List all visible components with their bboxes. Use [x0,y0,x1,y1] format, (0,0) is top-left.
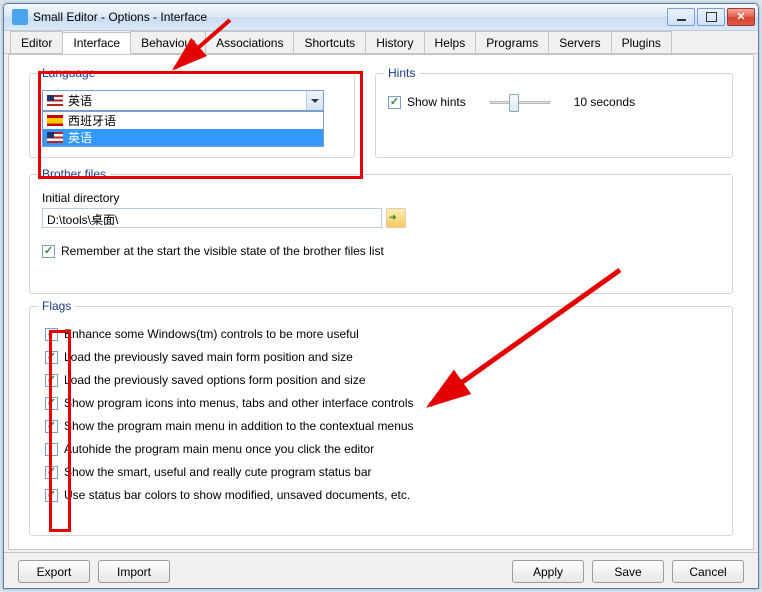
tab-helps[interactable]: Helps [424,31,477,53]
tab-content-interface: Language 英语 西班牙语英语 Hints Show hints [8,54,754,550]
tab-editor[interactable]: Editor [10,31,63,53]
remember-state-label: Remember at the start the visible state … [61,244,384,258]
flag-row: Show the smart, useful and really cute p… [42,461,720,484]
export-button[interactable]: Export [18,560,90,583]
flag-row: Show program icons into menus, tabs and … [42,392,720,415]
app-icon [12,9,28,25]
flag-us-icon [47,132,63,143]
flag-checkbox-1[interactable] [45,351,58,364]
tab-strip: EditorInterfaceBehaviourAssociationsShor… [4,31,758,54]
flag-row: Load the previously saved main form posi… [42,346,720,369]
language-option-us[interactable]: 英语 [43,129,323,146]
slider-thumb[interactable] [509,94,519,112]
tab-shortcuts[interactable]: Shortcuts [293,31,366,53]
flag-label: Show the program main menu in addition t… [64,419,414,433]
flag-checkbox-4[interactable] [45,420,58,433]
apply-button[interactable]: Apply [512,560,584,583]
flag-checkbox-7[interactable] [45,489,58,502]
language-dropdown[interactable]: 英语 西班牙语英语 [42,90,324,111]
button-bar: Export Import Apply Save Cancel [4,552,758,589]
language-option-es[interactable]: 西班牙语 [43,112,323,129]
window-title: Small Editor - Options - Interface [33,10,667,24]
language-group: Language 英语 西班牙语英语 [29,73,355,158]
titlebar[interactable]: Small Editor - Options - Interface [4,4,758,31]
hints-seconds-label: 10 seconds [574,95,635,109]
flag-checkbox-3[interactable] [45,397,58,410]
flag-label: Load the previously saved options form p… [64,373,366,387]
flag-checkbox-2[interactable] [45,374,58,387]
cancel-button[interactable]: Cancel [672,560,744,583]
tab-history[interactable]: History [365,31,424,53]
tab-programs[interactable]: Programs [475,31,549,53]
chevron-down-icon[interactable] [306,91,323,110]
flags-group: Flags Enhance some Windows(tm) controls … [29,306,733,536]
import-button[interactable]: Import [98,560,170,583]
flag-label: Show program icons into menus, tabs and … [64,396,414,410]
flag-checkbox-6[interactable] [45,466,58,479]
language-option-label: 英语 [68,129,92,146]
flag-row: Use status bar colors to show modified, … [42,484,720,507]
language-selected-value: 英语 [68,92,306,109]
flag-row: Load the previously saved options form p… [42,369,720,392]
options-window: Small Editor - Options - Interface 河东软件园… [3,3,759,589]
language-legend: Language [38,66,99,80]
maximize-button[interactable] [697,8,725,26]
flag-label: Load the previously saved main form posi… [64,350,353,364]
show-hints-checkbox[interactable] [388,96,401,109]
hints-group: Hints Show hints 10 seconds [375,73,733,158]
flag-label: Show the smart, useful and really cute p… [64,465,371,479]
flag-checkbox-5[interactable] [45,443,58,456]
tab-plugins[interactable]: Plugins [611,31,672,53]
flag-us-icon [47,95,63,106]
hints-seconds-slider[interactable] [490,92,550,112]
language-option-label: 西班牙语 [68,112,116,129]
initial-dir-input[interactable]: D:\tools\桌面\ [42,208,382,228]
flag-label: Use status bar colors to show modified, … [64,488,410,502]
save-button[interactable]: Save [592,560,664,583]
tab-behaviour[interactable]: Behaviour [130,31,206,53]
minimize-button[interactable] [667,8,695,26]
hints-legend: Hints [384,66,419,80]
flags-legend: Flags [38,299,75,313]
tab-interface[interactable]: Interface [62,32,131,54]
flag-checkbox-0[interactable] [45,328,58,341]
flag-label: Enhance some Windows(tm) controls to be … [64,327,359,341]
tab-associations[interactable]: Associations [205,31,294,53]
flag-row: Enhance some Windows(tm) controls to be … [42,323,720,346]
remember-state-checkbox[interactable] [42,245,55,258]
close-button[interactable] [727,8,755,26]
flag-label: Autohide the program main menu once you … [64,442,374,456]
flag-row: Show the program main menu in addition t… [42,415,720,438]
brother-files-group: Brother files Initial directory D:\tools… [29,174,733,294]
show-hints-label: Show hints [407,95,466,109]
brother-legend: Brother files [38,167,110,181]
browse-folder-button[interactable] [386,208,406,228]
language-dropdown-list: 西班牙语英语 [42,111,324,147]
initial-dir-label: Initial directory [42,191,720,205]
flag-es-icon [47,115,63,126]
flag-row: Autohide the program main menu once you … [42,438,720,461]
tab-servers[interactable]: Servers [548,31,611,53]
